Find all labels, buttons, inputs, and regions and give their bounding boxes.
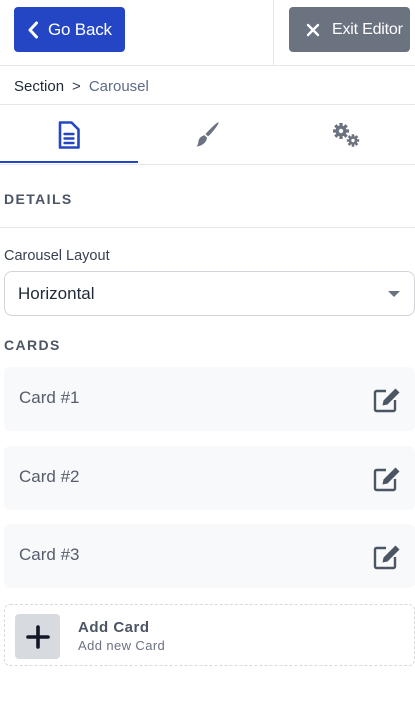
tab-content[interactable] [0, 105, 138, 164]
edit-icon[interactable] [373, 387, 401, 413]
card-label: Card #3 [19, 545, 80, 564]
edit-icon[interactable] [373, 466, 401, 492]
edit-icon[interactable] [373, 544, 401, 570]
breadcrumb-separator: > [72, 78, 81, 95]
card-label: Card #1 [19, 388, 80, 407]
carousel-layout-select[interactable]: Horizontal [4, 271, 415, 316]
details-heading: DETAILS [4, 191, 73, 207]
card-item[interactable]: Card #3 [4, 524, 415, 588]
caret-down-icon [388, 291, 400, 297]
exit-editor-button[interactable]: Exit Editor [289, 7, 410, 52]
card-label: Card #2 [19, 467, 80, 486]
breadcrumb-current: Carousel [88, 78, 149, 95]
document-icon [58, 120, 80, 149]
active-tab-indicator [0, 161, 138, 163]
add-card-button[interactable]: Add Card Add new Card [4, 604, 415, 666]
breadcrumb-parent[interactable]: Section [14, 78, 64, 95]
add-card-icon-box [15, 614, 60, 659]
tab-style[interactable] [138, 105, 277, 164]
cards-heading: CARDS [4, 337, 61, 353]
breadcrumb: Section > Carousel [14, 78, 149, 95]
add-card-title: Add Card [78, 619, 150, 636]
carousel-layout-value: Horizontal [18, 283, 95, 303]
go-back-button[interactable]: Go Back [14, 7, 125, 52]
gears-icon [333, 122, 360, 147]
add-card-subtitle: Add new Card [78, 638, 166, 653]
paintbrush-icon [196, 121, 219, 146]
plus-icon [25, 624, 50, 649]
card-item[interactable]: Card #1 [4, 367, 415, 431]
close-icon [306, 23, 320, 36]
editor-tabs [0, 105, 415, 165]
card-item[interactable]: Card #2 [4, 446, 415, 510]
details-divider [0, 227, 415, 228]
editor-toolbar: Go Back Exit Editor [0, 0, 415, 66]
go-back-label: Go Back [48, 19, 112, 39]
exit-editor-label: Exit Editor [332, 20, 403, 38]
toolbar-divider [273, 0, 274, 66]
tab-settings[interactable] [277, 105, 415, 164]
carousel-layout-label: Carousel Layout [4, 248, 110, 264]
chevron-left-icon [28, 21, 38, 38]
